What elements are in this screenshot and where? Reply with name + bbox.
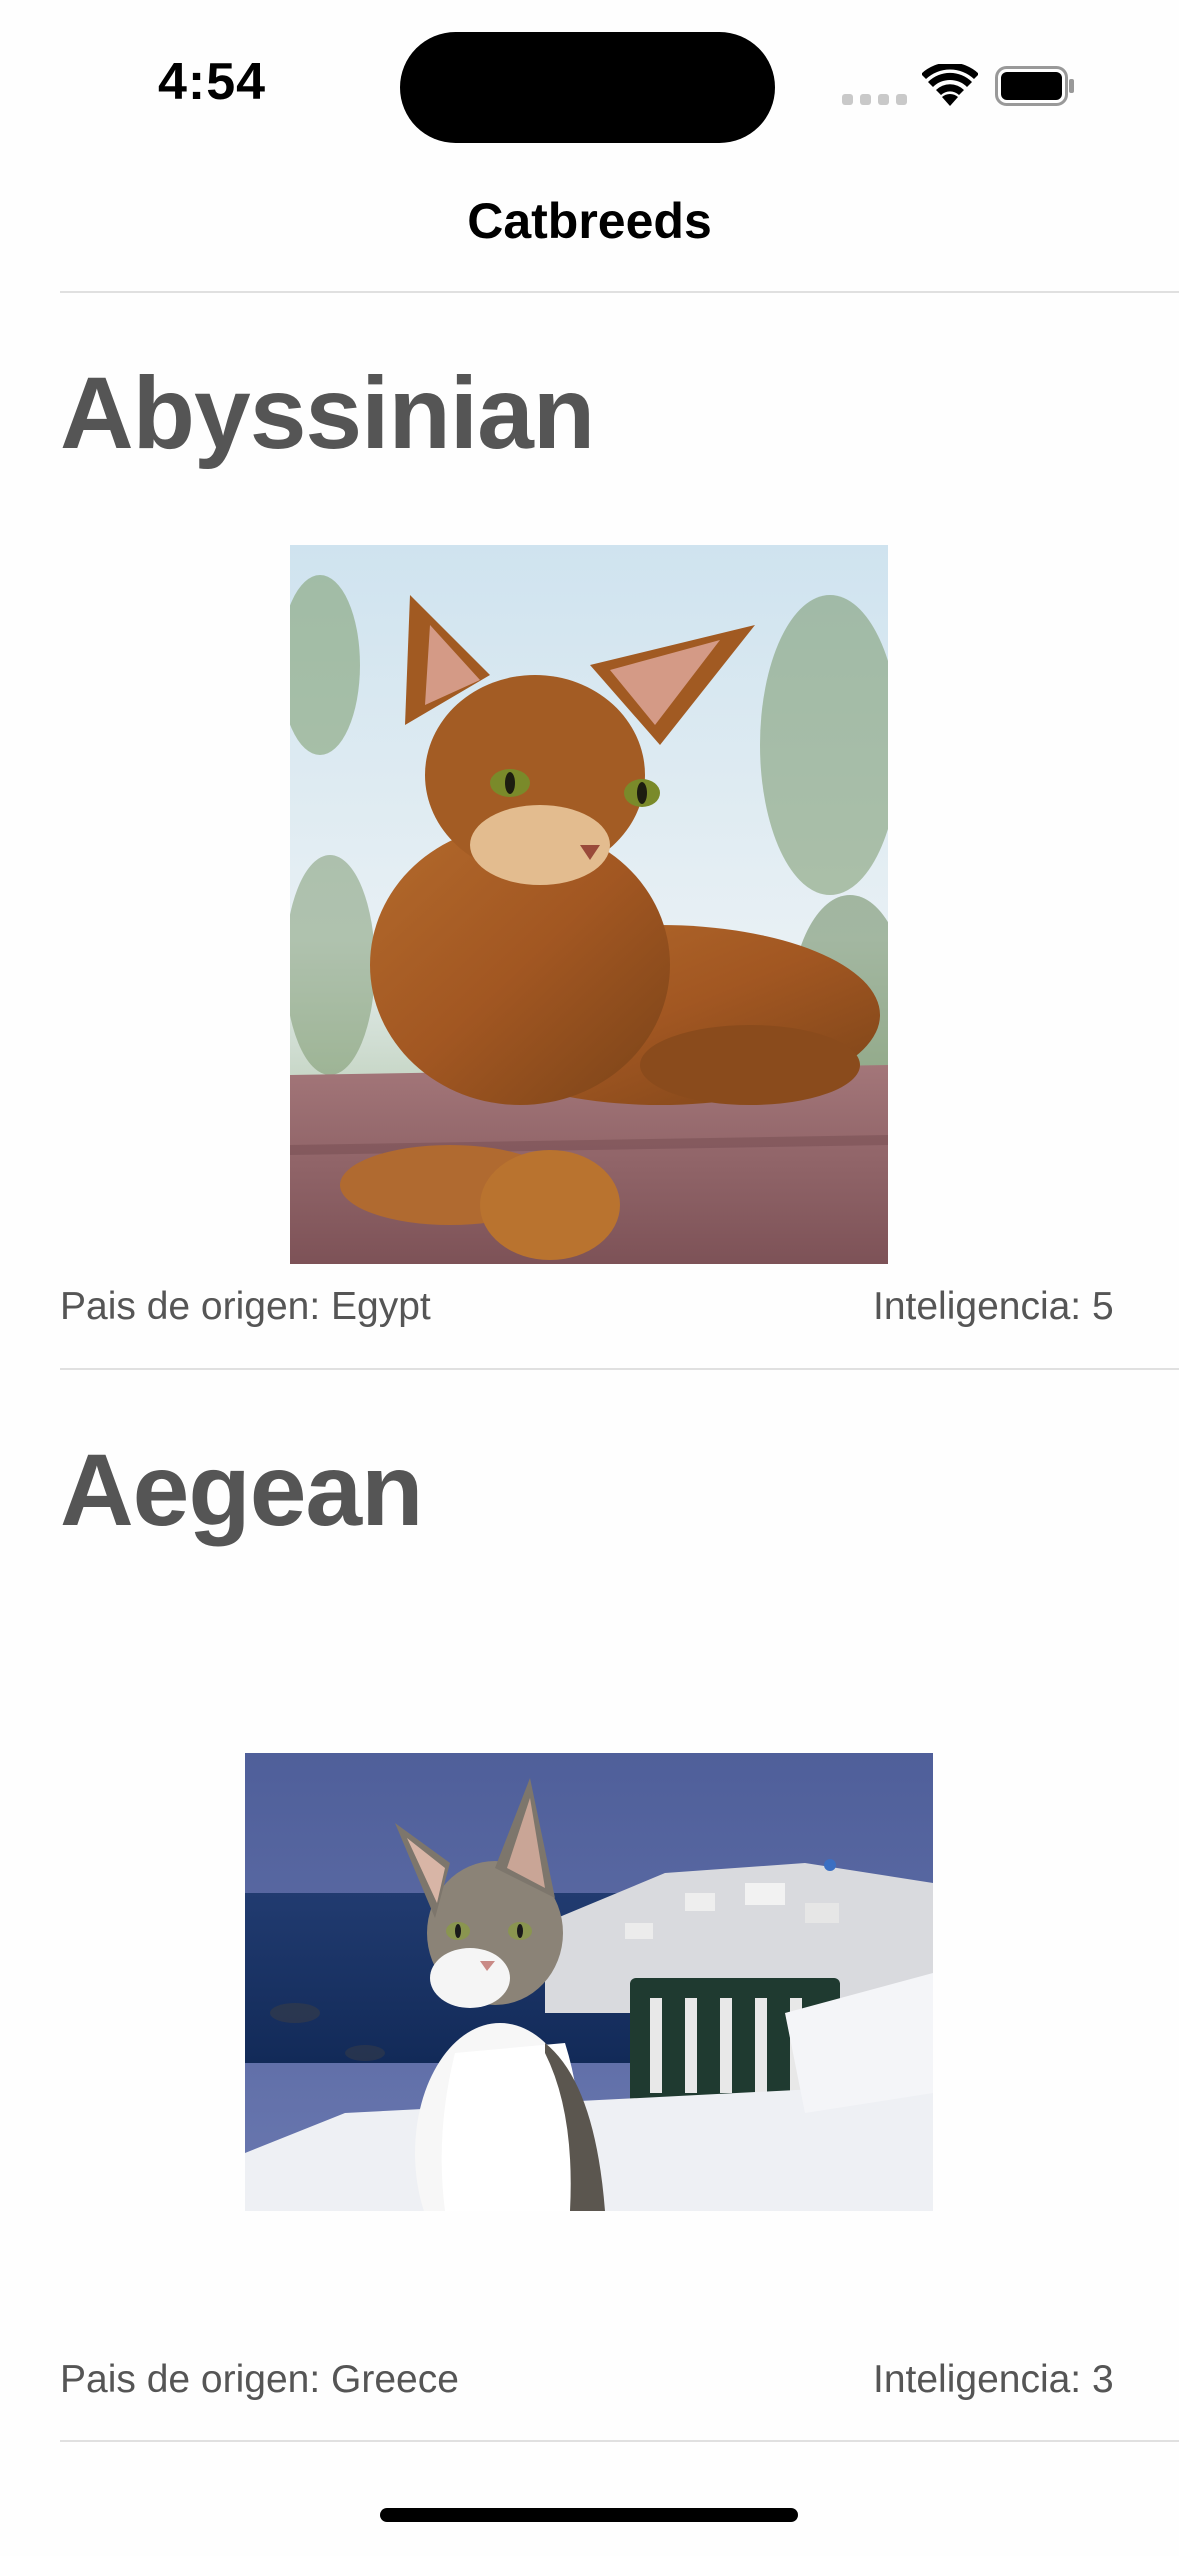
breed-name: Abyssinian [60,356,595,470]
status-time: 4:54 [158,53,267,111]
cellular-signal-icon [842,94,907,105]
intelligence-label: Inteligencia: 5 [873,1285,1114,1328]
home-indicator[interactable] [380,2508,798,2522]
card-divider [60,2440,1179,2442]
status-bar: 4:54 [0,0,1179,160]
card-divider [60,1368,1179,1370]
abyssinian-cat-photo [290,545,888,1264]
dynamic-island [400,32,775,143]
intelligence-label: Inteligencia: 3 [873,2358,1114,2401]
breed-name: Aegean [60,1433,423,1547]
aegean-cat-photo [245,1753,933,2211]
screen: 4:54 Catbreeds Abyssinian Pais de origen… [0,0,1179,2556]
page-title: Catbreeds [467,193,712,249]
wifi-icon [922,64,978,106]
origin-label: Pais de origen: Greece [60,2358,459,2401]
nav-divider [60,291,1179,293]
battery-icon [995,66,1074,106]
origin-label: Pais de origen: Egypt [60,1285,431,1328]
